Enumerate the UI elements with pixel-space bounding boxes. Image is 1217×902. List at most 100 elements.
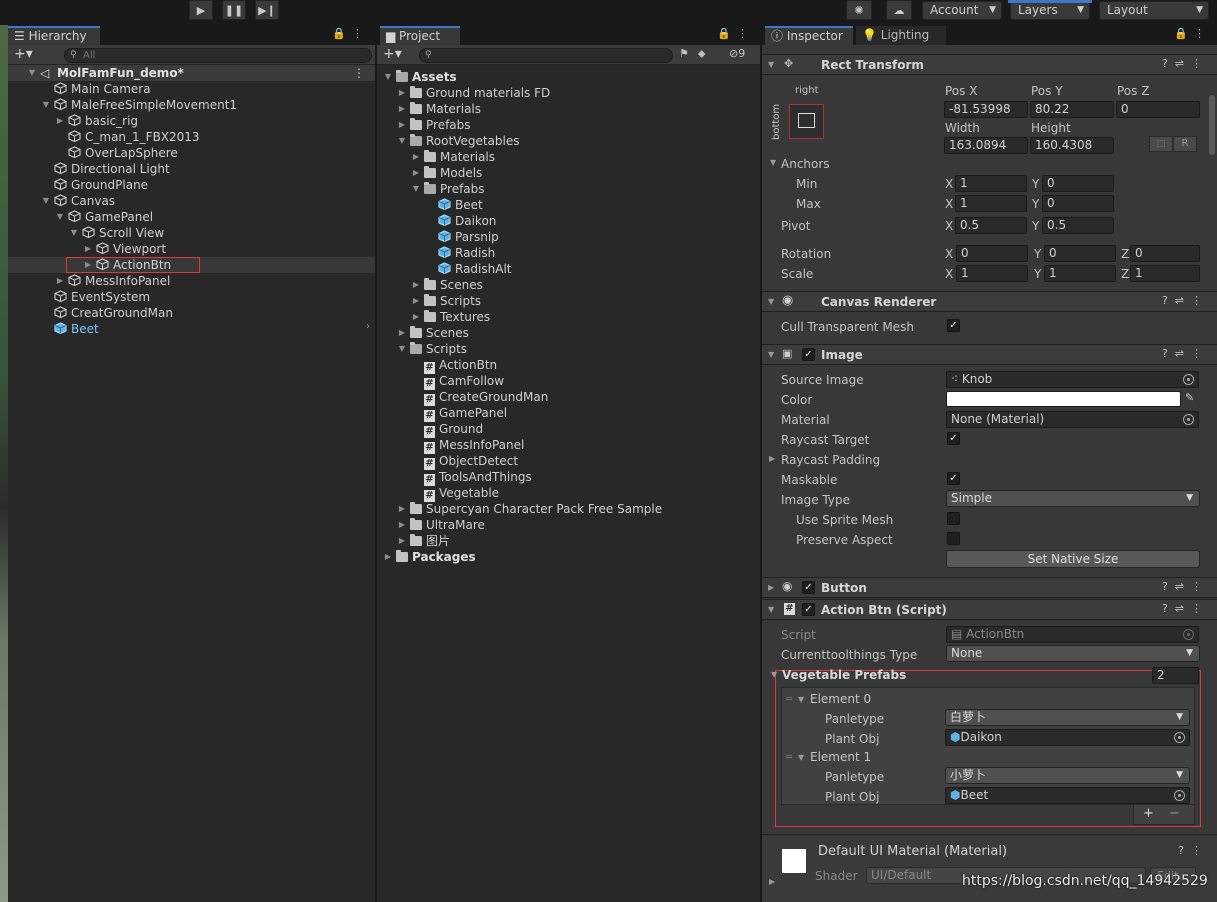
chevron-down-icon[interactable]: ▼	[770, 158, 776, 167]
pause-button[interactable]: ❚❚	[222, 0, 246, 20]
use-sprite-mesh-checkbox[interactable]	[947, 512, 960, 525]
action-btn-header[interactable]: ▼ # ✓ Action Btn (Script) ?⇌⋮	[762, 599, 1217, 620]
chevron-down-icon[interactable]: ▼	[54, 209, 66, 225]
chevron-right-icon[interactable]: ▶	[410, 165, 422, 181]
project-item[interactable]: Parsnip	[377, 229, 760, 245]
preserve-aspect-checkbox[interactable]	[947, 532, 960, 545]
rect-transform-header[interactable]: ▼ ✥ Rect Transform ?⇌⋮	[762, 54, 1217, 75]
scrollbar[interactable]	[1209, 95, 1215, 155]
drag-handle-icon[interactable]: ═	[786, 752, 792, 763]
play-button[interactable]: ▶	[189, 0, 213, 20]
panletype-dropdown[interactable]: 白萝卜 ▼	[945, 709, 1190, 726]
element-label[interactable]: Element 0	[810, 692, 871, 706]
project-item[interactable]: # ObjectDetect	[377, 453, 760, 470]
hierarchy-item[interactable]: ▼ ◁ MolFamFun_demo* ⋮	[8, 65, 375, 81]
chevron-right-icon[interactable]: ▶	[396, 533, 408, 549]
rotation-x-field[interactable]: 0	[956, 245, 1028, 262]
object-picker-icon[interactable]	[1183, 414, 1194, 425]
project-item[interactable]: # ToolsAndThings	[377, 469, 760, 486]
anchor-min-y-field[interactable]: 0	[1042, 175, 1114, 192]
anchor-max-x-field[interactable]: 1	[955, 195, 1027, 212]
eyedropper-icon[interactable]: ✎	[1185, 391, 1194, 404]
image-enabled-checkbox[interactable]: ✓	[802, 348, 815, 361]
chevron-down-icon[interactable]: ▼	[68, 225, 80, 241]
hierarchy-item[interactable]: GroundPlane	[8, 177, 375, 193]
width-field[interactable]: 163.0894	[944, 137, 1028, 154]
chevron-down-icon[interactable]: ▼	[396, 133, 408, 149]
project-item[interactable]: ▼ RootVegetables	[377, 133, 760, 149]
raycast-padding-label[interactable]: Raycast Padding	[781, 453, 880, 467]
chevron-right-icon[interactable]: ▶	[396, 101, 408, 117]
button-header[interactable]: ▶ ◉ ✓ Button ?⇌⋮	[762, 577, 1217, 598]
project-item[interactable]: # ActionBtn	[377, 357, 760, 374]
chevron-right-icon[interactable]: ▶	[396, 517, 408, 533]
project-item[interactable]: Beet	[377, 197, 760, 213]
hierarchy-item[interactable]: ▼ MaleFreeSimpleMovement1	[8, 97, 375, 113]
project-search-input[interactable]: ⚲	[419, 48, 673, 63]
vegetable-prefabs-label[interactable]: Vegetable Prefabs	[782, 668, 906, 682]
hierarchy-item[interactable]: Main Camera	[8, 81, 375, 97]
chevron-down-icon[interactable]: ▼	[382, 69, 394, 85]
chevron-down-icon[interactable]: ▼	[40, 193, 52, 209]
rotation-z-field[interactable]: 0	[1130, 245, 1200, 262]
chevron-down-icon[interactable]: ▼	[771, 670, 777, 679]
create-button[interactable]: +▾	[14, 46, 33, 62]
project-item[interactable]: Daikon	[377, 213, 760, 229]
chevron-right-icon[interactable]: ▶	[396, 501, 408, 517]
chevron-right-icon[interactable]: ▶	[396, 325, 408, 341]
component-menu-icons[interactable]: ?⇌⋮	[1162, 347, 1209, 360]
project-item[interactable]: # GamePanel	[377, 405, 760, 422]
remove-element-button[interactable]: −	[1169, 805, 1180, 823]
hierarchy-item[interactable]: ▶ ActionBtn	[8, 257, 375, 273]
panel-menu-icons[interactable]: 🔒⋮	[332, 27, 369, 40]
hierarchy-item[interactable]: ▼ GamePanel	[8, 209, 375, 225]
chevron-right-icon[interactable]: ›	[366, 321, 370, 332]
project-item[interactable]: ▼ Assets	[377, 69, 760, 85]
hierarchy-search-input[interactable]: ⚲ All	[64, 48, 372, 63]
project-item[interactable]: ▶ Materials	[377, 149, 760, 165]
tab-project[interactable]: ▆ Project	[380, 26, 460, 45]
create-button[interactable]: +▾	[383, 46, 402, 62]
rotation-y-field[interactable]: 0	[1044, 245, 1116, 262]
project-item[interactable]: ▶ Packages	[377, 549, 760, 565]
chevron-right-icon[interactable]: ▶	[54, 273, 66, 289]
hidden-count[interactable]: ⊘9	[729, 47, 745, 60]
scale-x-field[interactable]: 1	[956, 265, 1028, 282]
scale-z-field[interactable]: 1	[1130, 265, 1200, 282]
cloud-icon[interactable]: ☁	[886, 0, 912, 20]
tab-lighting[interactable]: 💡 Lighting	[856, 26, 946, 45]
component-menu-icons[interactable]: ?⇌⋮	[1162, 294, 1209, 307]
project-item[interactable]: # Ground	[377, 421, 760, 438]
scene-menu-icon[interactable]: ⋮	[353, 65, 365, 81]
panletype-dropdown[interactable]: 小萝卜 ▼	[945, 767, 1190, 784]
object-picker-icon[interactable]	[1174, 732, 1185, 743]
button-enabled-checkbox[interactable]: ✓	[802, 581, 815, 594]
image-type-dropdown[interactable]: Simple ▼	[946, 490, 1200, 507]
height-field[interactable]: 160.4308	[1030, 137, 1114, 154]
vegetable-prefabs-size-field[interactable]: 2	[1152, 667, 1199, 684]
raycast-target-checkbox[interactable]: ✓	[947, 432, 960, 445]
pos-x-field[interactable]: -81.53998	[944, 101, 1028, 118]
project-item[interactable]: ▶ Ground materials FD	[377, 85, 760, 101]
services-icon[interactable]: ✺	[846, 0, 872, 20]
chevron-right-icon[interactable]: ▶	[769, 454, 775, 463]
chevron-right-icon[interactable]: ▶	[82, 241, 94, 257]
component-menu-icons[interactable]: ?⇌⋮	[1162, 57, 1209, 70]
account-dropdown[interactable]: Account ▼	[922, 1, 1002, 20]
pos-y-field[interactable]: 80.22	[1030, 101, 1114, 118]
project-item[interactable]: # CreateGroundMan	[377, 389, 760, 406]
component-menu-icons[interactable]: ?⇌⋮	[1162, 602, 1209, 615]
object-picker-icon[interactable]	[1183, 374, 1194, 385]
project-item[interactable]: ▼ Prefabs	[377, 181, 760, 197]
canvas-renderer-header[interactable]: ▼ ◉ Canvas Renderer ?⇌⋮	[762, 291, 1217, 312]
project-item[interactable]: ▶ Scripts	[377, 293, 760, 309]
hierarchy-item[interactable]: ▼ Canvas	[8, 193, 375, 209]
filter-icons[interactable]: ⚑⬥	[679, 47, 715, 61]
element-label[interactable]: Element 1	[810, 750, 871, 764]
chevron-right-icon[interactable]: ▶	[410, 149, 422, 165]
anchor-preset-button[interactable]	[789, 104, 824, 139]
project-item[interactable]: # CamFollow	[377, 373, 760, 390]
project-item[interactable]: ▶ Models	[377, 165, 760, 181]
anchor-max-y-field[interactable]: 0	[1042, 195, 1114, 212]
chevron-right-icon[interactable]: ▶	[769, 877, 775, 886]
